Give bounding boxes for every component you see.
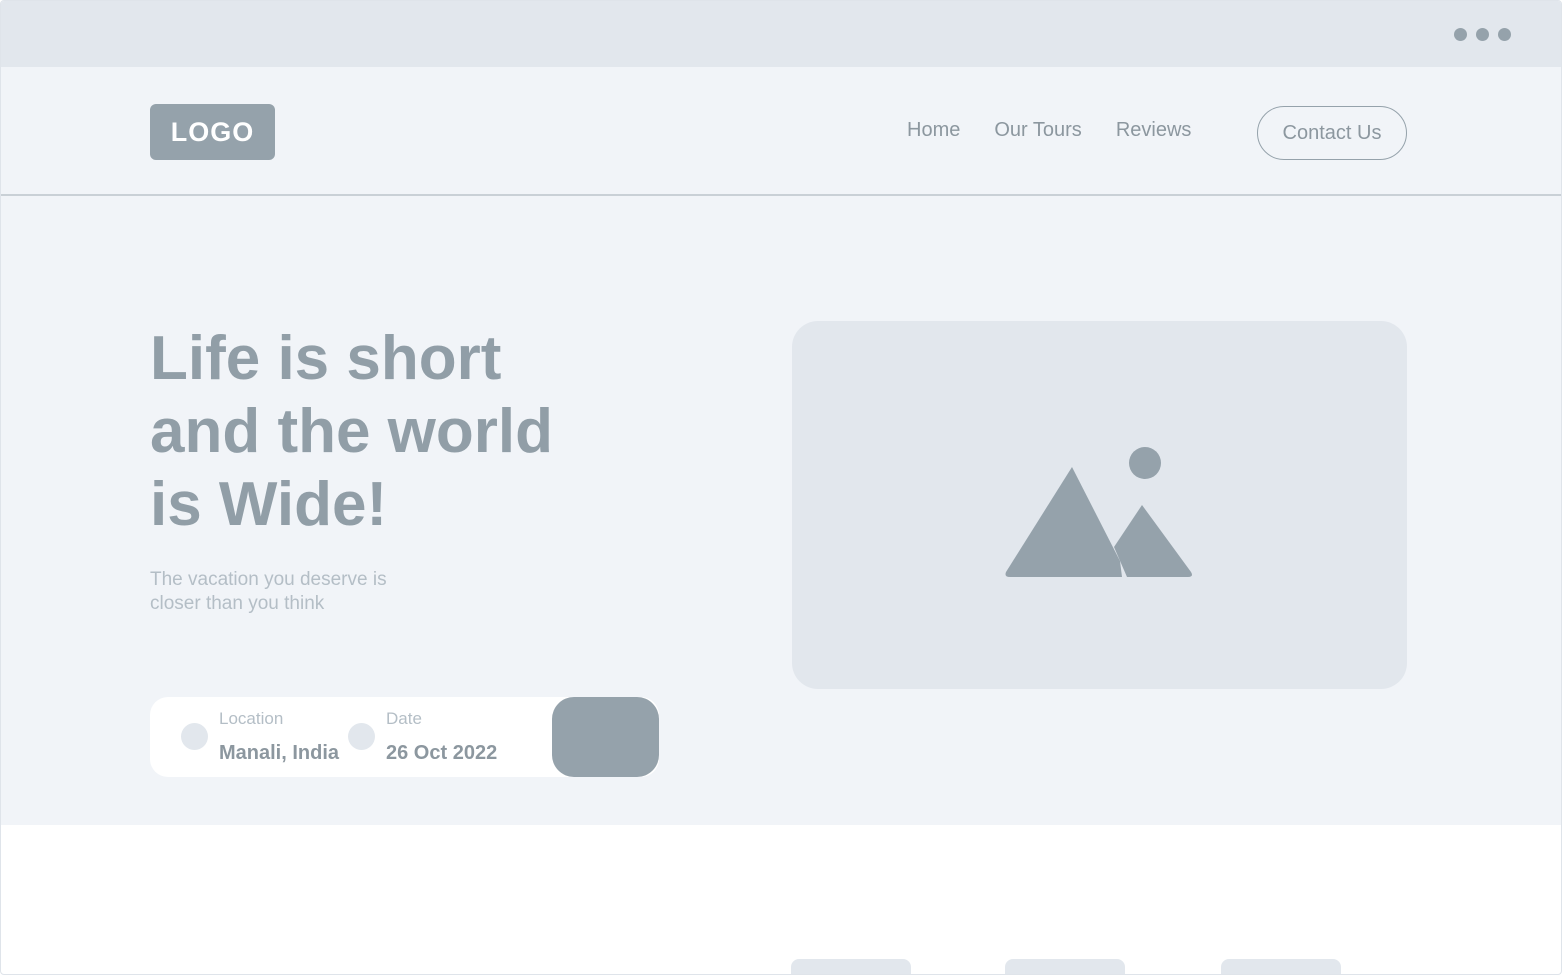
contact-us-button[interactable]: Contact Us	[1257, 106, 1407, 160]
dot-icon	[1476, 28, 1489, 41]
more-dots-icon[interactable]	[1454, 28, 1511, 41]
hero-title-line: Life is short	[150, 324, 502, 393]
search-button[interactable]	[552, 697, 659, 777]
location-icon	[181, 723, 208, 750]
navbar: LOGO Home Our Tours Reviews Contact Us	[1, 67, 1561, 196]
hero-title: Life is short and the world is Wide!	[150, 322, 670, 541]
location-value: Manali, India	[219, 742, 340, 764]
location-label: Location	[219, 709, 284, 728]
nav-link-reviews[interactable]: Reviews	[1116, 119, 1192, 142]
calendar-icon	[348, 723, 375, 750]
image-placeholder-icon	[1005, 447, 1192, 577]
hero-title-line: is Wide!	[150, 470, 388, 539]
hero-image-placeholder	[792, 321, 1407, 689]
logo[interactable]: LOGO	[150, 104, 275, 160]
window-titlebar	[1, 1, 1561, 67]
section-tab	[791, 959, 911, 974]
date-label: Date	[386, 709, 422, 728]
section-tab	[1221, 959, 1341, 974]
hero-title-line: and the world	[150, 397, 553, 466]
nav-links: Home Our Tours Reviews	[907, 119, 1225, 142]
nav-link-our-tours[interactable]: Our Tours	[994, 119, 1081, 142]
section-tab	[1005, 959, 1125, 974]
hero-subtitle-line: closer than you think	[150, 593, 325, 614]
date-value: 26 Oct 2022	[386, 742, 498, 764]
browser-window: LOGO Home Our Tours Reviews Contact Us L…	[0, 0, 1562, 975]
search-bar: Location Manali, India Date 26 Oct 2022	[150, 697, 659, 777]
dot-icon	[1498, 28, 1511, 41]
landing-page: LOGO Home Our Tours Reviews Contact Us L…	[1, 67, 1561, 825]
dot-icon	[1454, 28, 1467, 41]
hero-subtitle: The vacation you deserve is closer than …	[150, 568, 450, 616]
nav-link-home[interactable]: Home	[907, 119, 960, 142]
hero-subtitle-line: The vacation you deserve is	[150, 569, 387, 590]
